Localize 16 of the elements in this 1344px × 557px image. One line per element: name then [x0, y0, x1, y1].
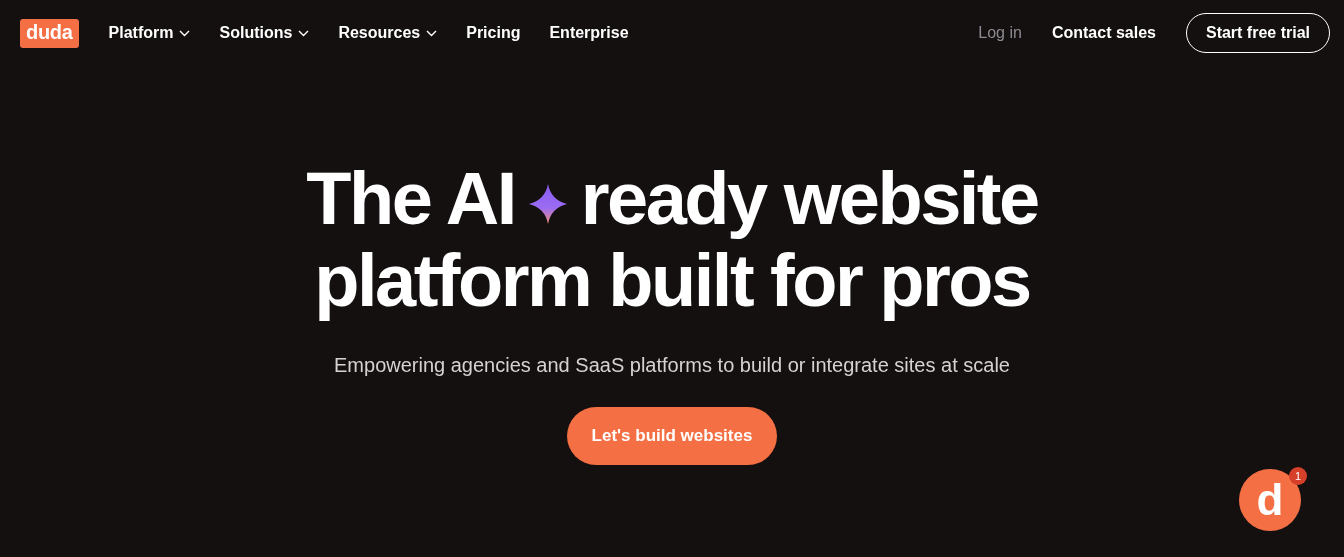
nav-link[interactable]: Enterprise: [549, 24, 629, 42]
chevron-down-icon: [179, 29, 191, 37]
headline-text: The AI: [306, 158, 515, 240]
contact-link[interactable]: Contact sales: [1051, 24, 1156, 42]
headline-text: platform built for pros: [314, 240, 1030, 322]
nav-link[interactable]: Platform: [108, 24, 191, 42]
nav-link[interactable]: Pricing: [466, 24, 521, 42]
chevron-down-icon: [298, 29, 310, 37]
headline-text: ready website: [580, 158, 1038, 240]
nav-link[interactable]: Solutions: [219, 24, 310, 42]
nav-link[interactable]: Resources: [338, 24, 438, 42]
sparkle-icon: [528, 184, 567, 224]
hero-subtitle: Empowering agencies and SaaS platforms to build or integrate sites at scale: [334, 354, 1010, 377]
login-link[interactable]: Log in: [978, 24, 1022, 42]
chevron-down-icon: [426, 29, 438, 37]
notification-badge: 1: [1289, 467, 1307, 485]
